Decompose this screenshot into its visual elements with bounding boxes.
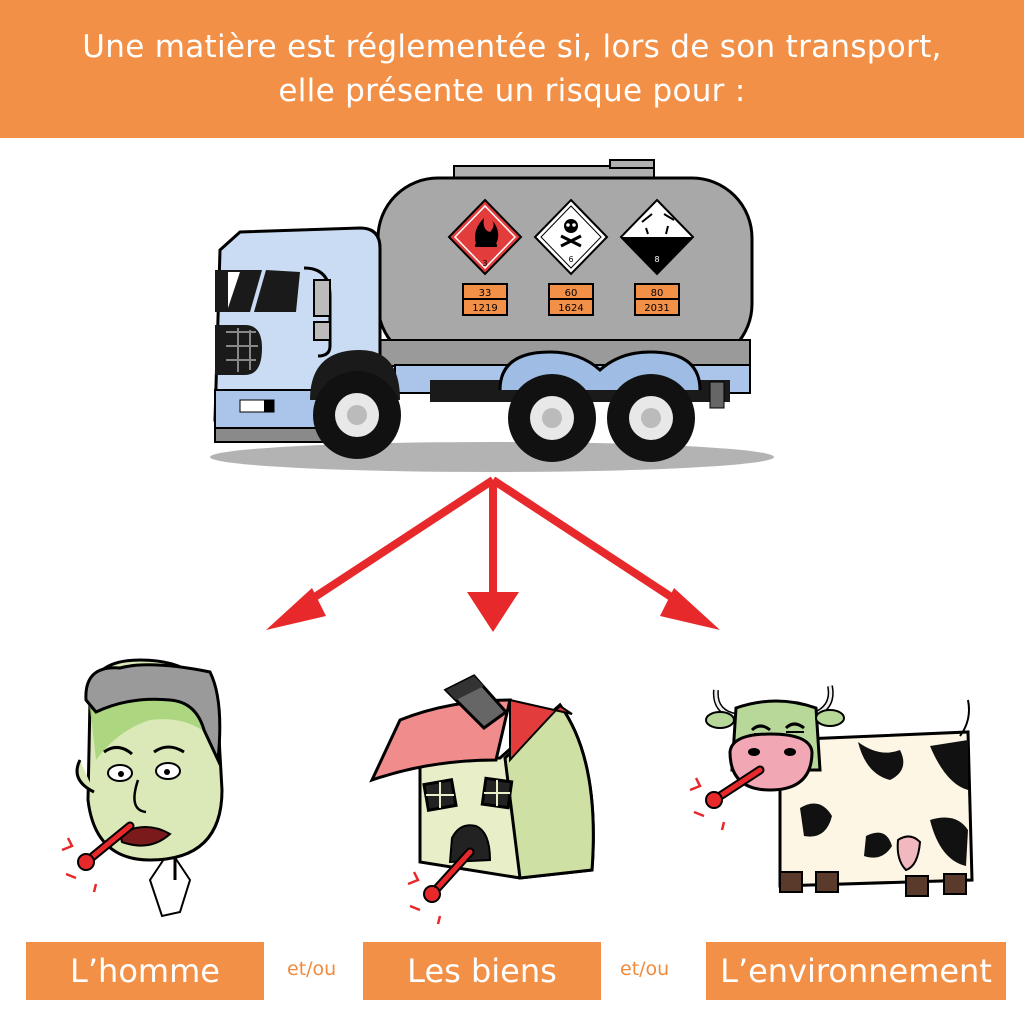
orange-plate: 60 1624 xyxy=(548,283,594,316)
arrow-right xyxy=(490,476,691,612)
un-number: 1219 xyxy=(472,303,497,314)
wheel xyxy=(313,371,401,459)
sick-man xyxy=(61,658,224,918)
illustration: 3 6 8 33 1219 60 1624 80 2031 xyxy=(61,159,974,925)
hazard-code: 33 xyxy=(479,288,492,299)
un-number: 1624 xyxy=(558,303,583,314)
label-homme: L’homme xyxy=(26,942,264,1000)
placard-class-3: 3 xyxy=(482,259,487,268)
wheel xyxy=(607,374,695,462)
placard-class-6: 6 xyxy=(568,255,573,264)
sick-cow xyxy=(689,685,974,897)
wheel xyxy=(508,374,596,462)
orange-plate: 80 2031 xyxy=(634,283,680,316)
skull-icon xyxy=(564,219,578,233)
orange-plate: 33 1219 xyxy=(462,283,508,316)
label-environnement: L’environnement xyxy=(706,942,1006,1000)
truck-shadow xyxy=(210,442,774,472)
un-number: 2031 xyxy=(644,303,669,314)
connector-2: et/ou xyxy=(620,958,670,980)
arrow-left xyxy=(295,476,496,612)
sick-house xyxy=(369,674,595,925)
hazard-code: 80 xyxy=(651,288,664,299)
connector-1: et/ou xyxy=(287,958,337,980)
hazard-code: 60 xyxy=(565,288,578,299)
risk-arrows xyxy=(266,476,720,632)
placard-class-8: 8 xyxy=(654,255,659,264)
label-biens: Les biens xyxy=(363,942,601,1000)
